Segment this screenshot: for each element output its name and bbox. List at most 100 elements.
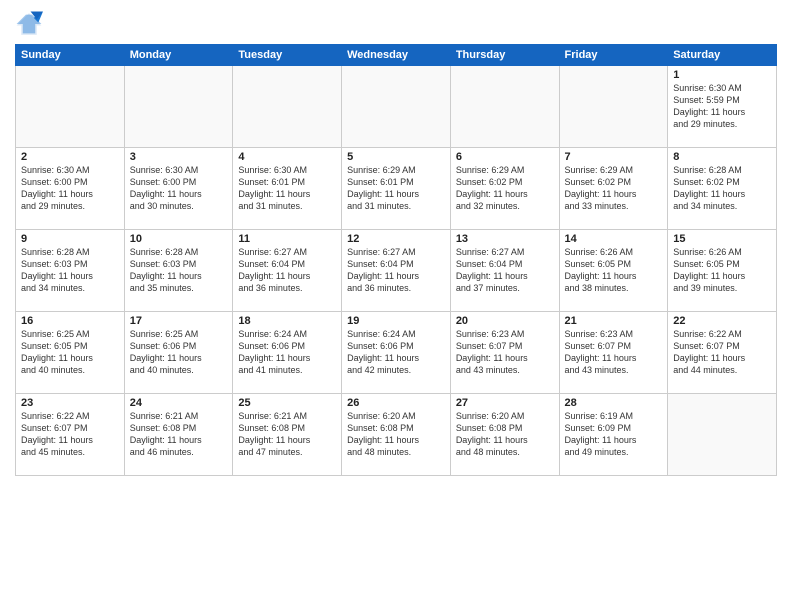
day-of-week-header: Saturday: [668, 45, 777, 66]
day-info: Sunrise: 6:29 AM Sunset: 6:02 PM Dayligh…: [456, 164, 554, 213]
calendar-day-cell: 3Sunrise: 6:30 AM Sunset: 6:00 PM Daylig…: [124, 148, 233, 230]
day-number: 23: [21, 397, 119, 409]
calendar-day-cell: 22Sunrise: 6:22 AM Sunset: 6:07 PM Dayli…: [668, 312, 777, 394]
calendar-day-cell: 24Sunrise: 6:21 AM Sunset: 6:08 PM Dayli…: [124, 394, 233, 476]
day-info: Sunrise: 6:24 AM Sunset: 6:06 PM Dayligh…: [347, 328, 445, 377]
day-info: Sunrise: 6:20 AM Sunset: 6:08 PM Dayligh…: [347, 410, 445, 459]
calendar-day-cell: 4Sunrise: 6:30 AM Sunset: 6:01 PM Daylig…: [233, 148, 342, 230]
day-number: 15: [673, 233, 771, 245]
day-info: Sunrise: 6:24 AM Sunset: 6:06 PM Dayligh…: [238, 328, 336, 377]
day-of-week-header: Tuesday: [233, 45, 342, 66]
calendar-day-cell: 11Sunrise: 6:27 AM Sunset: 6:04 PM Dayli…: [233, 230, 342, 312]
day-number: 17: [130, 315, 228, 327]
calendar-day-cell: 7Sunrise: 6:29 AM Sunset: 6:02 PM Daylig…: [559, 148, 668, 230]
day-of-week-header: Wednesday: [342, 45, 451, 66]
calendar-week-row: 23Sunrise: 6:22 AM Sunset: 6:07 PM Dayli…: [16, 394, 777, 476]
day-info: Sunrise: 6:27 AM Sunset: 6:04 PM Dayligh…: [238, 246, 336, 295]
day-number: 21: [565, 315, 663, 327]
day-info: Sunrise: 6:22 AM Sunset: 6:07 PM Dayligh…: [21, 410, 119, 459]
calendar-week-row: 16Sunrise: 6:25 AM Sunset: 6:05 PM Dayli…: [16, 312, 777, 394]
day-info: Sunrise: 6:25 AM Sunset: 6:06 PM Dayligh…: [130, 328, 228, 377]
calendar-week-row: 9Sunrise: 6:28 AM Sunset: 6:03 PM Daylig…: [16, 230, 777, 312]
logo: [15, 10, 47, 38]
calendar-day-cell: [450, 66, 559, 148]
day-info: Sunrise: 6:30 AM Sunset: 6:01 PM Dayligh…: [238, 164, 336, 213]
day-number: 4: [238, 151, 336, 163]
calendar: SundayMondayTuesdayWednesdayThursdayFrid…: [15, 44, 777, 476]
calendar-day-cell: 17Sunrise: 6:25 AM Sunset: 6:06 PM Dayli…: [124, 312, 233, 394]
calendar-day-cell: 19Sunrise: 6:24 AM Sunset: 6:06 PM Dayli…: [342, 312, 451, 394]
day-number: 25: [238, 397, 336, 409]
day-number: 5: [347, 151, 445, 163]
day-number: 27: [456, 397, 554, 409]
calendar-week-row: 1Sunrise: 6:30 AM Sunset: 5:59 PM Daylig…: [16, 66, 777, 148]
day-number: 3: [130, 151, 228, 163]
day-info: Sunrise: 6:27 AM Sunset: 6:04 PM Dayligh…: [347, 246, 445, 295]
day-info: Sunrise: 6:21 AM Sunset: 6:08 PM Dayligh…: [238, 410, 336, 459]
calendar-day-cell: 27Sunrise: 6:20 AM Sunset: 6:08 PM Dayli…: [450, 394, 559, 476]
header: [15, 10, 777, 38]
day-number: 14: [565, 233, 663, 245]
calendar-day-cell: 10Sunrise: 6:28 AM Sunset: 6:03 PM Dayli…: [124, 230, 233, 312]
calendar-day-cell: 26Sunrise: 6:20 AM Sunset: 6:08 PM Dayli…: [342, 394, 451, 476]
day-number: 7: [565, 151, 663, 163]
calendar-day-cell: 9Sunrise: 6:28 AM Sunset: 6:03 PM Daylig…: [16, 230, 125, 312]
calendar-day-cell: 13Sunrise: 6:27 AM Sunset: 6:04 PM Dayli…: [450, 230, 559, 312]
day-info: Sunrise: 6:19 AM Sunset: 6:09 PM Dayligh…: [565, 410, 663, 459]
day-info: Sunrise: 6:28 AM Sunset: 6:02 PM Dayligh…: [673, 164, 771, 213]
calendar-day-cell: 6Sunrise: 6:29 AM Sunset: 6:02 PM Daylig…: [450, 148, 559, 230]
calendar-day-cell: [559, 66, 668, 148]
day-number: 10: [130, 233, 228, 245]
day-info: Sunrise: 6:22 AM Sunset: 6:07 PM Dayligh…: [673, 328, 771, 377]
calendar-day-cell: 2Sunrise: 6:30 AM Sunset: 6:00 PM Daylig…: [16, 148, 125, 230]
calendar-day-cell: 1Sunrise: 6:30 AM Sunset: 5:59 PM Daylig…: [668, 66, 777, 148]
day-number: 18: [238, 315, 336, 327]
calendar-day-cell: 5Sunrise: 6:29 AM Sunset: 6:01 PM Daylig…: [342, 148, 451, 230]
calendar-day-cell: 23Sunrise: 6:22 AM Sunset: 6:07 PM Dayli…: [16, 394, 125, 476]
day-info: Sunrise: 6:25 AM Sunset: 6:05 PM Dayligh…: [21, 328, 119, 377]
day-info: Sunrise: 6:30 AM Sunset: 6:00 PM Dayligh…: [21, 164, 119, 213]
day-info: Sunrise: 6:23 AM Sunset: 6:07 PM Dayligh…: [456, 328, 554, 377]
day-info: Sunrise: 6:29 AM Sunset: 6:01 PM Dayligh…: [347, 164, 445, 213]
day-number: 12: [347, 233, 445, 245]
day-info: Sunrise: 6:30 AM Sunset: 5:59 PM Dayligh…: [673, 82, 771, 131]
day-info: Sunrise: 6:21 AM Sunset: 6:08 PM Dayligh…: [130, 410, 228, 459]
calendar-week-row: 2Sunrise: 6:30 AM Sunset: 6:00 PM Daylig…: [16, 148, 777, 230]
day-number: 9: [21, 233, 119, 245]
calendar-day-cell: 21Sunrise: 6:23 AM Sunset: 6:07 PM Dayli…: [559, 312, 668, 394]
day-of-week-header: Sunday: [16, 45, 125, 66]
day-info: Sunrise: 6:23 AM Sunset: 6:07 PM Dayligh…: [565, 328, 663, 377]
calendar-header-row: SundayMondayTuesdayWednesdayThursdayFrid…: [16, 45, 777, 66]
page: SundayMondayTuesdayWednesdayThursdayFrid…: [0, 0, 792, 612]
calendar-day-cell: [124, 66, 233, 148]
day-number: 8: [673, 151, 771, 163]
calendar-day-cell: 20Sunrise: 6:23 AM Sunset: 6:07 PM Dayli…: [450, 312, 559, 394]
calendar-day-cell: 25Sunrise: 6:21 AM Sunset: 6:08 PM Dayli…: [233, 394, 342, 476]
day-of-week-header: Monday: [124, 45, 233, 66]
day-number: 13: [456, 233, 554, 245]
day-number: 1: [673, 69, 771, 81]
day-info: Sunrise: 6:26 AM Sunset: 6:05 PM Dayligh…: [565, 246, 663, 295]
day-info: Sunrise: 6:28 AM Sunset: 6:03 PM Dayligh…: [21, 246, 119, 295]
calendar-day-cell: 8Sunrise: 6:28 AM Sunset: 6:02 PM Daylig…: [668, 148, 777, 230]
calendar-day-cell: [668, 394, 777, 476]
day-info: Sunrise: 6:27 AM Sunset: 6:04 PM Dayligh…: [456, 246, 554, 295]
day-number: 28: [565, 397, 663, 409]
logo-icon: [15, 10, 43, 38]
calendar-day-cell: 28Sunrise: 6:19 AM Sunset: 6:09 PM Dayli…: [559, 394, 668, 476]
day-info: Sunrise: 6:30 AM Sunset: 6:00 PM Dayligh…: [130, 164, 228, 213]
day-number: 6: [456, 151, 554, 163]
day-number: 22: [673, 315, 771, 327]
day-number: 24: [130, 397, 228, 409]
day-info: Sunrise: 6:29 AM Sunset: 6:02 PM Dayligh…: [565, 164, 663, 213]
day-info: Sunrise: 6:20 AM Sunset: 6:08 PM Dayligh…: [456, 410, 554, 459]
day-of-week-header: Friday: [559, 45, 668, 66]
day-number: 20: [456, 315, 554, 327]
day-of-week-header: Thursday: [450, 45, 559, 66]
calendar-day-cell: 14Sunrise: 6:26 AM Sunset: 6:05 PM Dayli…: [559, 230, 668, 312]
calendar-day-cell: 15Sunrise: 6:26 AM Sunset: 6:05 PM Dayli…: [668, 230, 777, 312]
day-number: 26: [347, 397, 445, 409]
day-number: 11: [238, 233, 336, 245]
calendar-day-cell: 18Sunrise: 6:24 AM Sunset: 6:06 PM Dayli…: [233, 312, 342, 394]
calendar-day-cell: 12Sunrise: 6:27 AM Sunset: 6:04 PM Dayli…: [342, 230, 451, 312]
